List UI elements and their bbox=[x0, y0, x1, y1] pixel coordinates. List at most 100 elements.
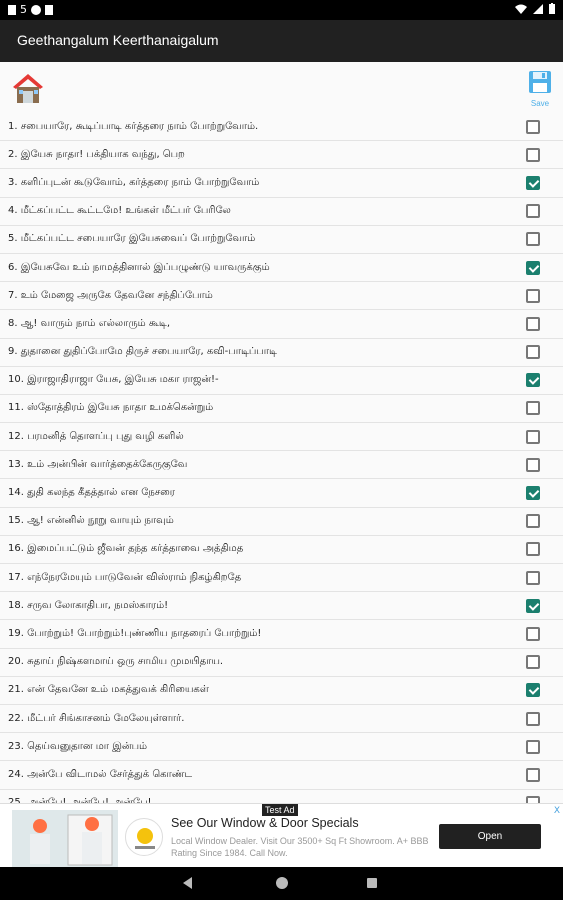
ad-headline: See Our Window & Door Specials bbox=[171, 816, 359, 830]
list-item[interactable]: 11. ஸ்தோத்திரம் இயேசு நாதா உமக்கென்றும் bbox=[0, 395, 563, 424]
nav-bar bbox=[0, 867, 563, 900]
list-item[interactable]: 4. மீட்கப்பட்ட கூட்டமே! உங்கள் மீட்பர் ப… bbox=[0, 198, 563, 226]
list-item[interactable]: 14. துதி கலந்த கீதத்தால் என நேசரை bbox=[0, 479, 563, 508]
song-checkbox[interactable] bbox=[526, 175, 540, 190]
floppy-disk-icon bbox=[529, 71, 551, 93]
song-checkbox[interactable] bbox=[526, 598, 540, 613]
song-title: 15. ஆ! என்னில் நூறு வாயும் நாவும் bbox=[8, 515, 174, 527]
nav-back-icon[interactable] bbox=[183, 877, 192, 889]
sd-card-icon bbox=[8, 4, 16, 15]
song-checkbox[interactable] bbox=[526, 711, 540, 726]
song-checkbox[interactable] bbox=[526, 486, 540, 501]
ad-choices-icon[interactable]: X bbox=[554, 806, 560, 816]
song-title: 20. சுதாய் நிஷ்களமாய் ஒரு சாமிய முமயிதாய… bbox=[8, 656, 224, 668]
list-item[interactable]: 22. மீட்பர் சிங்காசனம் மேலேயுள்ளார். bbox=[0, 705, 563, 734]
list-item[interactable]: 21. என் தேவனே உம் மகத்துவக் கிரியைகள் bbox=[0, 677, 563, 705]
song-checkbox[interactable] bbox=[526, 626, 540, 641]
list-item[interactable]: 2. இயேசு நாதா! பக்தியாக வந்து, பெற bbox=[0, 141, 563, 170]
song-checkbox[interactable] bbox=[526, 401, 540, 416]
song-title: 16. இமைப்பட்டும் ஜீவன் தந்த கர்த்தாவை அத… bbox=[8, 543, 244, 555]
song-title: 23. தெய்வனுதான மா இன்பம் bbox=[8, 740, 148, 752]
song-checkbox[interactable] bbox=[526, 204, 540, 219]
home-button[interactable] bbox=[10, 70, 46, 106]
song-checkbox[interactable] bbox=[526, 542, 540, 557]
home-icon bbox=[13, 74, 43, 103]
song-checkbox[interactable] bbox=[526, 345, 540, 360]
song-title: 19. போற்றும்! போற்றும்!புண்ணிய நாதரைப் ப… bbox=[8, 627, 262, 639]
signal-icon bbox=[533, 3, 543, 14]
song-checkbox[interactable] bbox=[526, 316, 540, 331]
list-item[interactable]: 7. உம் மேஜை அருகே தேவனே சந்திப்போம் bbox=[0, 282, 563, 311]
song-title: 6. இயேசுவே உம் நாமத்தினால் இப்பழுண்டு யா… bbox=[8, 261, 270, 273]
song-checkbox[interactable] bbox=[526, 373, 540, 388]
ad-close-label: X bbox=[553, 806, 560, 816]
song-title: 18. சருவ லோகாதிபா, நமஸ்காரம்! bbox=[8, 599, 169, 611]
list-item[interactable]: 15. ஆ! என்னில் நூறு வாயும் நாவும் bbox=[0, 508, 563, 536]
song-checkbox[interactable] bbox=[526, 147, 540, 162]
song-checkbox[interactable] bbox=[526, 683, 540, 698]
list-item[interactable]: 24. அன்பே விடாமல் சேர்த்துக் கொண்ட bbox=[0, 761, 563, 790]
song-title: 12. பரமனித் தொளப்பு புது வழி களில் bbox=[8, 430, 184, 442]
save-label: Save bbox=[530, 99, 550, 108]
ad-body: Local Window Dealer. Visit Our 3500+ Sq … bbox=[171, 836, 429, 858]
ad-open-button[interactable]: Open bbox=[439, 824, 541, 849]
song-checkbox[interactable] bbox=[526, 232, 540, 247]
ad-tag: Test Ad bbox=[262, 804, 298, 816]
song-title: 4. மீட்கப்பட்ட கூட்டமே! உங்கள் மீட்பர் ப… bbox=[8, 205, 231, 217]
song-title: 8. ஆ! வாரும் நாம் எல்லாரும் கூடி, bbox=[8, 317, 170, 329]
advertiser-logo-icon bbox=[135, 828, 155, 849]
list-item[interactable]: 25. அன்பே! அன்பே! அன்பே! bbox=[0, 790, 563, 803]
song-title: 21. என் தேவனே உம் மகத்துவக் கிரியைகள் bbox=[8, 684, 209, 696]
list-item[interactable]: 20. சுதாய் நிஷ்களமாய் ஒரு சாமிய முமயிதாய… bbox=[0, 649, 563, 677]
nav-recents-icon[interactable] bbox=[367, 878, 377, 888]
song-checkbox[interactable] bbox=[526, 260, 540, 275]
list-item[interactable]: 10. இராஜாதிராஜா யேசு, இயேசு மகா ராஜன்!- bbox=[0, 367, 563, 395]
song-title: 14. துதி கலந்த கீதத்தால் என நேசரை bbox=[8, 487, 175, 499]
notification-count: 5 bbox=[20, 3, 27, 16]
nav-home-icon[interactable] bbox=[276, 877, 288, 889]
song-title: 22. மீட்பர் சிங்காசனம் மேலேயுள்ளார். bbox=[8, 712, 185, 724]
battery-icon bbox=[549, 3, 555, 14]
list-item[interactable]: 6. இயேசுவே உம் நாமத்தினால் இப்பழுண்டு யா… bbox=[0, 254, 563, 283]
ad-banner[interactable]: Test Ad X See Our Window & Door Specials… bbox=[0, 803, 563, 868]
save-button[interactable]: Save bbox=[527, 70, 553, 110]
song-title: 2. இயேசு நாதா! பக்தியாக வந்து, பெற bbox=[8, 148, 185, 160]
list-item[interactable]: 19. போற்றும்! போற்றும்!புண்ணிய நாதரைப் ப… bbox=[0, 620, 563, 649]
song-list: 1. சபையாரே, கூடிப்பாடி கர்த்தரை நாம் போற… bbox=[0, 113, 563, 803]
status-right-icons bbox=[515, 3, 555, 14]
song-checkbox[interactable] bbox=[526, 514, 540, 529]
song-checkbox[interactable] bbox=[526, 457, 540, 472]
status-left-icons: 5 bbox=[8, 3, 53, 16]
list-item[interactable]: 9. துதானை துதிப்போமே திருச் சபையாரே, கவி… bbox=[0, 339, 563, 367]
song-title: 9. துதானை துதிப்போமே திருச் சபையாரே, கவி… bbox=[8, 346, 277, 358]
song-checkbox[interactable] bbox=[526, 119, 540, 134]
wifi-icon bbox=[515, 4, 527, 14]
toolbar: Save bbox=[0, 62, 563, 116]
song-title: 17. எந்நேரமேயும் பாடுவேன் விஸ்ராம் நிகழ்… bbox=[8, 571, 242, 583]
ad-logo bbox=[125, 818, 163, 856]
list-item[interactable]: 12. பரமனித் தொளப்பு புது வழி களில் bbox=[0, 423, 563, 452]
song-title: 1. சபையாரே, கூடிப்பாடி கர்த்தரை நாம் போற… bbox=[8, 120, 259, 132]
song-checkbox[interactable] bbox=[526, 570, 540, 585]
song-checkbox[interactable] bbox=[526, 288, 540, 303]
list-item[interactable]: 3. களிப்புடன் கூடுவோம், கர்த்தரை நாம் போ… bbox=[0, 169, 563, 198]
song-checkbox[interactable] bbox=[526, 655, 540, 670]
song-checkbox[interactable] bbox=[526, 767, 540, 782]
status-bar: 5 bbox=[0, 0, 563, 20]
list-item[interactable]: 18. சருவ லோகாதிபா, நமஸ்காரம்! bbox=[0, 592, 563, 621]
list-item[interactable]: 5. மீட்கப்பட்ட சபையாரே இயேசுவைப் போற்றுவ… bbox=[0, 226, 563, 254]
list-item[interactable]: 8. ஆ! வாரும் நாம் எல்லாரும் கூடி, bbox=[0, 310, 563, 339]
list-item[interactable]: 1. சபையாரே, கூடிப்பாடி கர்த்தரை நாம் போற… bbox=[0, 113, 563, 142]
list-item[interactable]: 23. தெய்வனுதான மா இன்பம் bbox=[0, 733, 563, 762]
list-item[interactable]: 17. எந்நேரமேயும் பாடுவேன் விஸ்ராம் நிகழ்… bbox=[0, 564, 563, 593]
song-checkbox[interactable] bbox=[526, 429, 540, 444]
song-checkbox[interactable] bbox=[526, 739, 540, 754]
ad-workers-illustration bbox=[12, 810, 118, 868]
app-title: Geethangalum Keerthanaigalum bbox=[17, 32, 219, 48]
song-checkbox[interactable] bbox=[526, 796, 540, 803]
f-icon bbox=[31, 4, 41, 15]
list-item[interactable]: 16. இமைப்பட்டும் ஜீவன் தந்த கர்த்தாவை அத… bbox=[0, 536, 563, 564]
song-title: 7. உம் மேஜை அருகே தேவனே சந்திப்போம் bbox=[8, 289, 213, 301]
list-item[interactable]: 13. உம் அன்பின் வார்த்தைக்கேருகுவே bbox=[0, 451, 563, 480]
ad-image[interactable] bbox=[12, 810, 118, 868]
